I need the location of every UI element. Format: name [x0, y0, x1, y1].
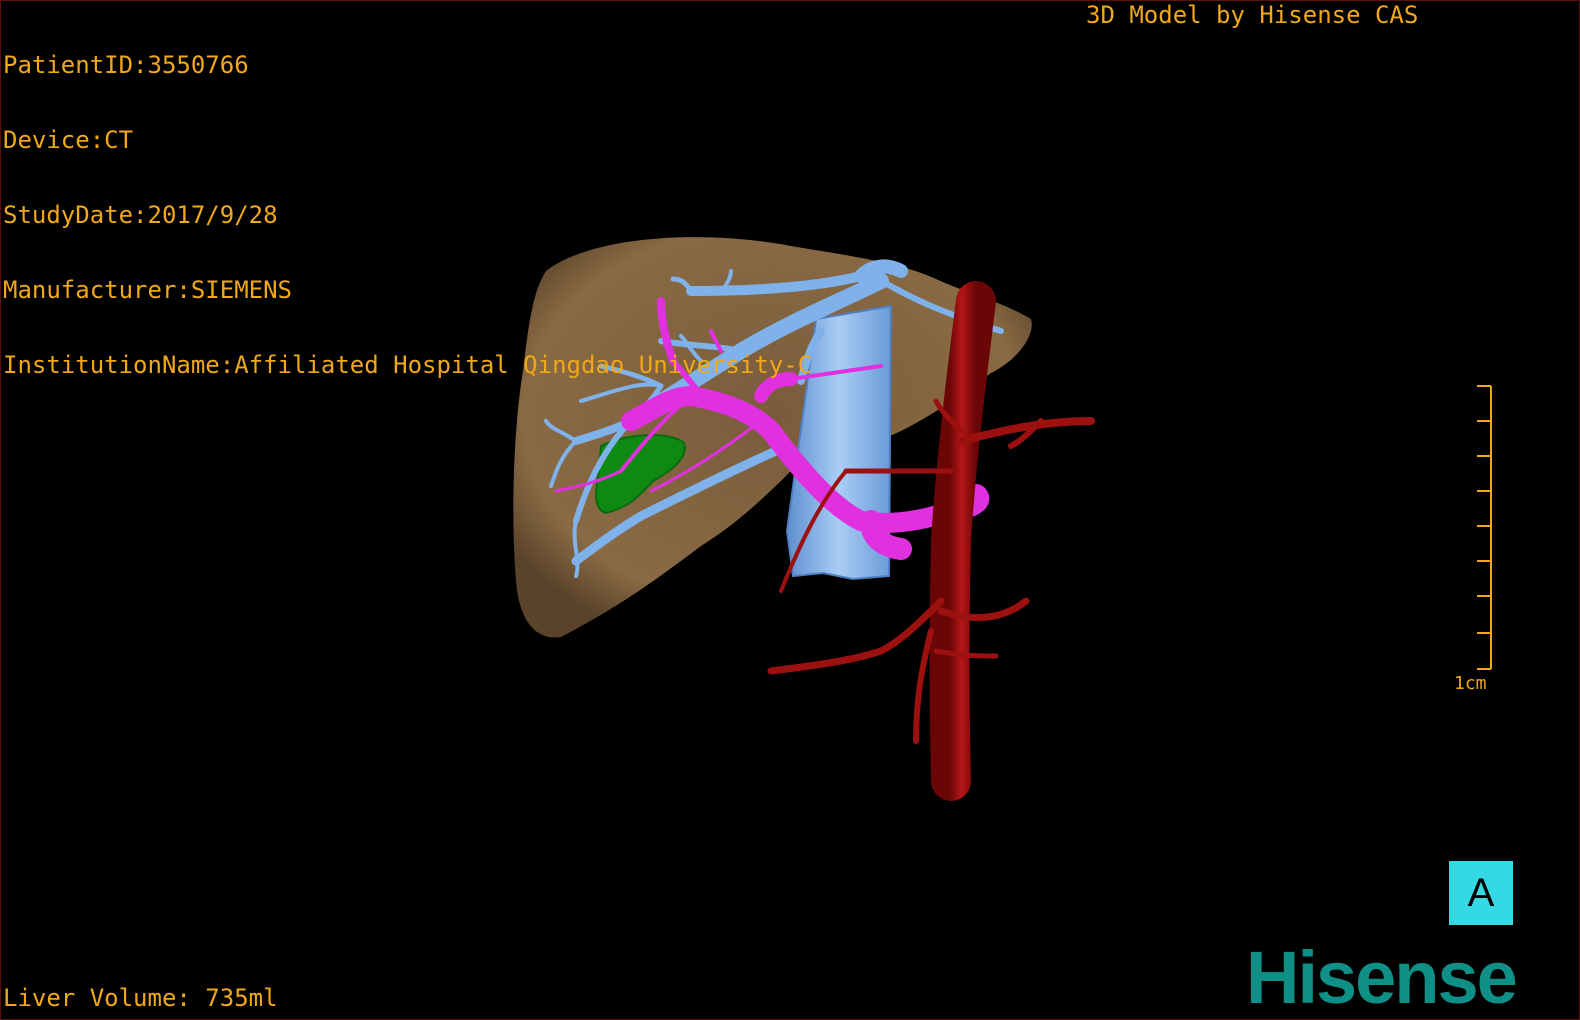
- liver-volume: Liver Volume: 735ml: [3, 984, 278, 1012]
- patient-id: PatientID:3550766: [3, 51, 249, 79]
- 3d-viewer[interactable]: 1cm PatientID:3550766 Device:CT StudyDat…: [0, 0, 1580, 1020]
- study-date: StudyDate:2017/9/28: [3, 201, 278, 229]
- hisense-logo: Hisense: [1246, 936, 1518, 1019]
- orientation-button[interactable]: A: [1449, 861, 1513, 925]
- device: Device:CT: [3, 126, 134, 154]
- model-credit: 3D Model by Hisense CAS: [1086, 1, 1419, 29]
- scale-bar-label: 1cm: [1454, 673, 1487, 694]
- institution-name: InstitutionName:Affiliated Hospital Qing…: [3, 351, 813, 379]
- manufacturer: Manufacturer:SIEMENS: [3, 276, 292, 304]
- patient-info-overlay: PatientID:3550766 Device:CT StudyDate:20…: [3, 3, 812, 428]
